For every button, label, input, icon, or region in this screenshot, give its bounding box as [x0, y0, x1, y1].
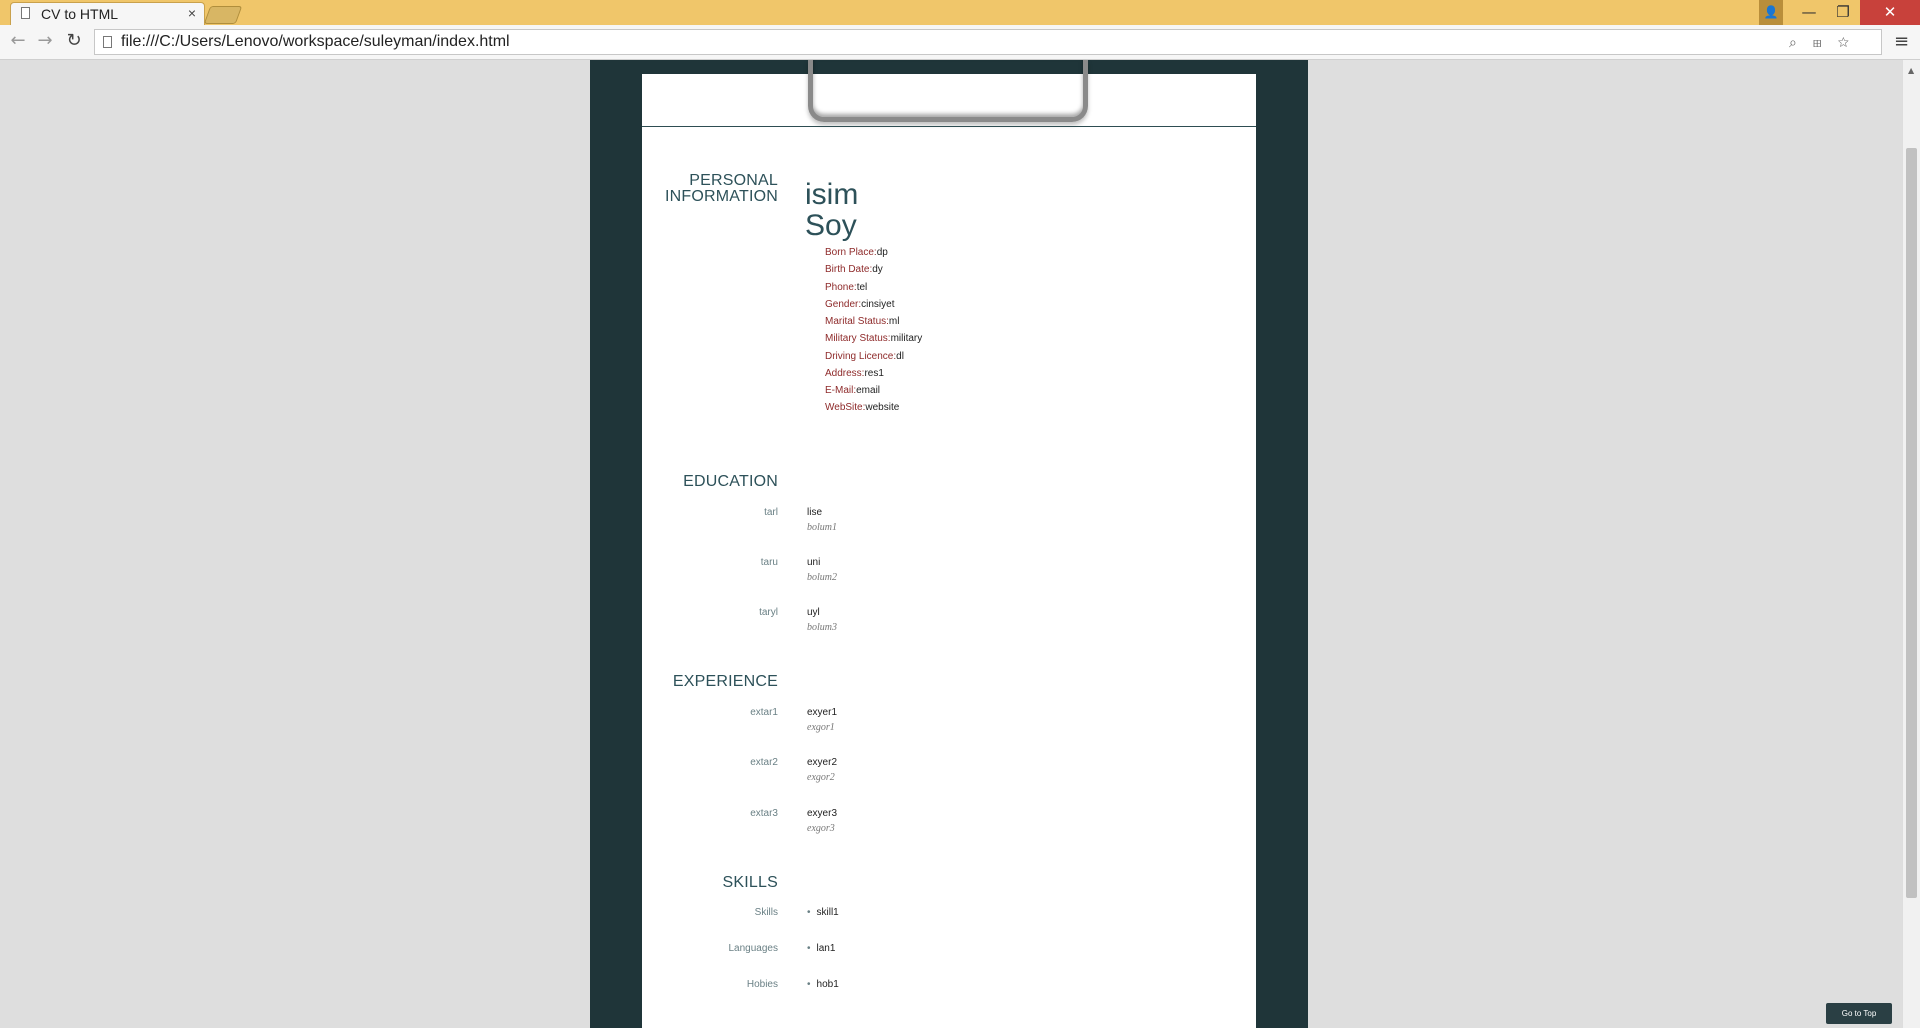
tab-close-icon[interactable]: ×: [188, 5, 196, 21]
reload-button[interactable]: ↻: [64, 31, 84, 51]
go-to-top-button[interactable]: Go to Top: [1826, 1003, 1892, 1024]
info-row-gender: Gender:cinsiyet: [825, 299, 895, 311]
experience-title: exyer3: [807, 808, 838, 819]
info-value: website: [865, 402, 900, 413]
education-date: taryl: [759, 607, 778, 618]
info-label: Military Status:: [825, 333, 891, 344]
skills-label: Skills: [754, 907, 778, 918]
info-label: Born Place:: [825, 247, 877, 258]
back-button[interactable]: ←: [8, 31, 28, 51]
info-value: dp: [876, 247, 888, 258]
info-label: Driving Licence:: [825, 351, 897, 362]
tab-cv-to-html[interactable]: CV to HTML ×: [10, 2, 205, 25]
header-divider: [642, 126, 1256, 127]
page-icon: [21, 7, 30, 19]
profile-button[interactable]: 👤: [1759, 0, 1783, 25]
info-label: Marital Status:: [825, 316, 889, 327]
info-label: Birth Date:: [825, 264, 873, 275]
education-date: tarl: [764, 507, 778, 518]
file-icon: [103, 36, 112, 48]
education-section-title: EDUCATION: [683, 473, 778, 490]
scroll-thumb[interactable]: [1906, 148, 1917, 898]
info-row-birth-date: Birth Date:dy: [825, 264, 883, 276]
experience-subtitle: exgor3: [807, 823, 835, 834]
info-row-marital-status: Marital Status:ml: [825, 316, 899, 328]
experience-date: extar2: [750, 757, 778, 768]
info-value: email: [856, 385, 881, 396]
experience-title: exyer1: [807, 707, 838, 718]
info-label: E-Mail:: [825, 385, 857, 396]
info-row-phone: Phone:tel: [825, 282, 867, 294]
languages-item: lan1: [807, 943, 836, 954]
section-title-line1: PERSONAL: [689, 172, 778, 189]
info-value: cinsiyet: [861, 299, 895, 310]
languages-label: Languages: [728, 943, 779, 954]
education-title: uni: [807, 557, 821, 568]
browser-toolbar: ← → ↻ file:///C:/Users/Lenovo/workspace/…: [0, 25, 1920, 60]
info-row-address: Address:res1: [825, 368, 884, 380]
clipboard-clip: [808, 60, 1088, 122]
info-value: dy: [872, 264, 883, 275]
education-subtitle: bolum3: [807, 622, 837, 633]
education-date: taru: [760, 557, 778, 568]
personal-section-title: PERSONAL INFORMATION: [665, 173, 778, 205]
maximize-button[interactable]: ❐: [1826, 0, 1860, 25]
education-title: uyl: [807, 607, 820, 618]
skills-section-title: SKILLS: [722, 874, 778, 891]
first-name: isim: [805, 178, 859, 211]
info-label: Gender:: [825, 299, 862, 310]
info-value: tel: [856, 282, 868, 293]
close-window-button[interactable]: ✕: [1860, 0, 1920, 25]
info-value: res1: [864, 368, 884, 379]
info-value: military: [890, 333, 923, 344]
last-name: Soy: [805, 209, 857, 242]
info-label: WebSite:: [825, 402, 866, 413]
experience-section-title: EXPERIENCE: [672, 673, 778, 690]
education-title: lise: [807, 507, 823, 518]
omnibox-icons[interactable]: ⌕ ⊞ ☆: [1789, 34, 1855, 51]
education-subtitle: bolum2: [807, 572, 837, 583]
info-row-driving-licence: Driving Licence:dl: [825, 351, 904, 363]
education-subtitle: bolum1: [807, 522, 837, 533]
hobbies-label: Hobies: [746, 979, 778, 990]
skills-item: skill1: [807, 907, 839, 918]
info-row-military-status: Military Status:military: [825, 333, 922, 345]
forward-button[interactable]: →: [35, 31, 55, 51]
experience-title: exyer2: [807, 757, 838, 768]
url-text: file:///C:/Users/Lenovo/workspace/suleym…: [121, 33, 510, 50]
minimize-button[interactable]: —: [1792, 0, 1826, 25]
new-tab-button[interactable]: [203, 6, 243, 24]
experience-date: extar1: [750, 707, 778, 718]
hobbies-item: hob1: [807, 979, 839, 990]
browser-menu-button[interactable]: ≡: [1894, 31, 1909, 52]
info-value: dl: [896, 351, 904, 362]
info-label: Address:: [825, 368, 865, 379]
address-bar[interactable]: file:///C:/Users/Lenovo/workspace/suleym…: [94, 29, 1882, 55]
info-value: ml: [888, 316, 900, 327]
scroll-up-icon[interactable]: ▲: [1908, 66, 1914, 75]
experience-subtitle: exgor2: [807, 772, 835, 783]
info-row-email: E-Mail:email: [825, 385, 880, 397]
info-label: Phone:: [825, 282, 857, 293]
info-row-website: WebSite:website: [825, 402, 899, 414]
tab-title: CV to HTML: [41, 6, 119, 22]
section-title-line2: INFORMATION: [664, 188, 778, 205]
info-row-born-place: Born Place:dp: [825, 247, 888, 259]
window-titlebar: CV to HTML × 👤 — ❐ ✕: [0, 0, 1920, 25]
vertical-scrollbar[interactable]: ▲: [1902, 60, 1920, 1028]
experience-subtitle: exgor1: [807, 722, 835, 733]
experience-date: extar3: [750, 808, 778, 819]
